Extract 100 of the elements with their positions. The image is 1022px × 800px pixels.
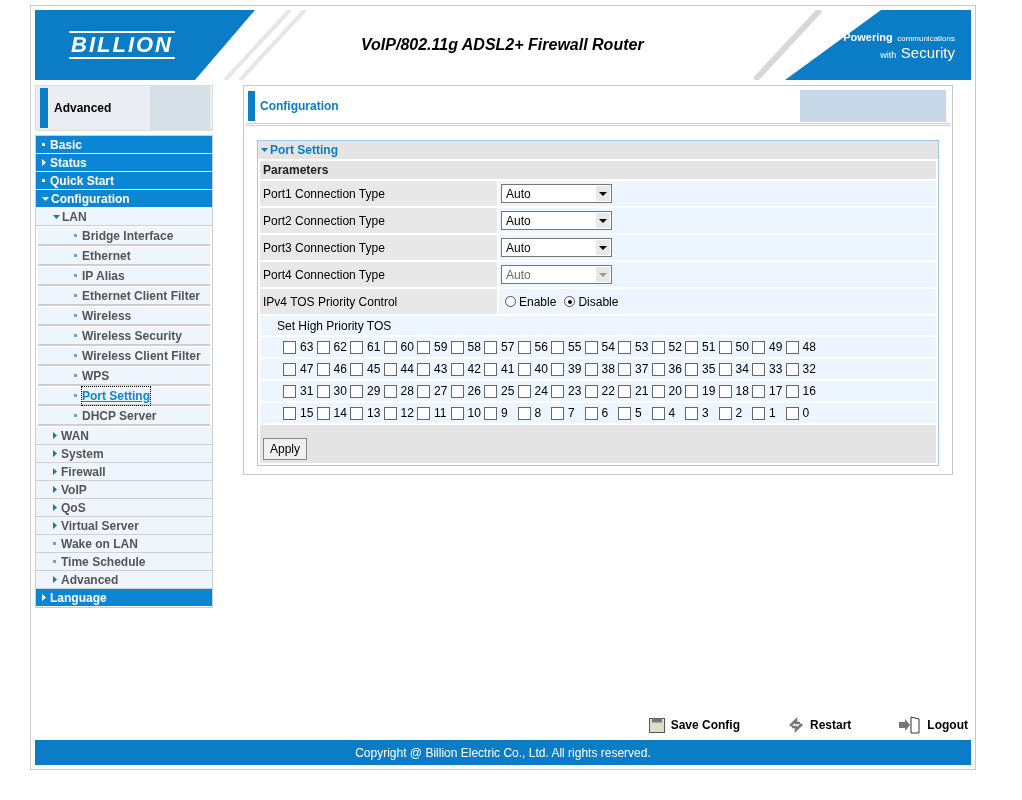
checkbox[interactable] — [685, 406, 698, 420]
tos-checkbox[interactable]: 30 — [316, 382, 350, 400]
tos-checkbox[interactable]: 13 — [350, 404, 384, 422]
menu-item[interactable]: Wake on LAN — [36, 535, 212, 553]
menu-item[interactable]: Quick Start — [36, 172, 212, 190]
menu-item[interactable]: System — [36, 445, 212, 463]
checkbox[interactable] — [685, 362, 698, 376]
checkbox[interactable] — [618, 340, 631, 354]
checkbox[interactable] — [450, 384, 464, 398]
tos-checkbox[interactable]: 55 — [551, 338, 585, 356]
tos-checkbox[interactable]: 61 — [350, 338, 384, 356]
radio-option[interactable]: Disable — [564, 292, 619, 311]
checkbox[interactable] — [517, 406, 531, 420]
menu-item[interactable]: Virtual Server — [36, 517, 212, 535]
menu-item[interactable]: Configuration — [36, 190, 212, 208]
checkbox[interactable] — [484, 362, 497, 376]
tos-checkbox[interactable]: 37 — [618, 360, 652, 378]
tos-checkbox[interactable]: 46 — [316, 360, 350, 378]
checkbox[interactable] — [752, 384, 765, 398]
tos-checkbox[interactable]: 0 — [785, 404, 819, 422]
checkbox[interactable] — [417, 384, 430, 398]
connection-type-select[interactable]: Auto — [501, 184, 612, 203]
menu-item[interactable]: VoIP — [36, 481, 212, 499]
tos-checkbox[interactable]: 59 — [417, 338, 451, 356]
tos-checkbox[interactable]: 35 — [685, 360, 719, 378]
radio-option[interactable]: Enable — [505, 292, 557, 311]
tos-checkbox[interactable]: 12 — [383, 404, 417, 422]
tos-checkbox[interactable]: 29 — [350, 382, 384, 400]
tos-checkbox[interactable]: 53 — [618, 338, 652, 356]
checkbox[interactable] — [718, 406, 732, 420]
checkbox[interactable] — [350, 384, 363, 398]
checkbox[interactable] — [718, 362, 732, 376]
checkbox[interactable] — [417, 406, 430, 420]
tos-checkbox[interactable]: 1 — [752, 404, 786, 422]
checkbox[interactable] — [450, 362, 464, 376]
tos-checkbox[interactable]: 27 — [417, 382, 451, 400]
tos-checkbox[interactable]: 41 — [484, 360, 518, 378]
tos-checkbox[interactable]: 15 — [283, 404, 317, 422]
tos-checkbox[interactable]: 5 — [618, 404, 652, 422]
checkbox[interactable] — [752, 362, 765, 376]
tos-checkbox[interactable]: 26 — [450, 382, 484, 400]
tos-checkbox[interactable]: 3 — [685, 404, 719, 422]
tos-checkbox[interactable]: 44 — [383, 360, 417, 378]
checkbox[interactable] — [383, 362, 397, 376]
checkbox[interactable] — [383, 406, 397, 420]
checkbox[interactable] — [685, 340, 698, 354]
checkbox[interactable] — [651, 340, 665, 354]
menu-item[interactable]: Firewall — [36, 463, 212, 481]
tos-checkbox[interactable]: 4 — [651, 404, 685, 422]
radio-button[interactable] — [564, 296, 576, 307]
tos-checkbox[interactable]: 7 — [551, 404, 585, 422]
checkbox[interactable] — [450, 340, 464, 354]
checkbox[interactable] — [484, 340, 497, 354]
menu-item[interactable]: Status — [36, 154, 212, 172]
tos-checkbox[interactable]: 6 — [584, 404, 618, 422]
tos-checkbox[interactable]: 50 — [718, 338, 752, 356]
checkbox[interactable] — [517, 384, 531, 398]
tos-checkbox[interactable]: 43 — [417, 360, 451, 378]
tos-checkbox[interactable]: 38 — [584, 360, 618, 378]
checkbox[interactable] — [484, 406, 497, 420]
tos-checkbox[interactable]: 20 — [651, 382, 685, 400]
tos-checkbox[interactable]: 10 — [450, 404, 484, 422]
tos-checkbox[interactable]: 40 — [517, 360, 551, 378]
checkbox[interactable] — [551, 406, 564, 420]
checkbox[interactable] — [283, 362, 296, 376]
tos-checkbox[interactable]: 21 — [618, 382, 652, 400]
checkbox[interactable] — [651, 406, 665, 420]
checkbox[interactable] — [785, 406, 799, 420]
menu-item[interactable]: QoS — [36, 499, 212, 517]
tos-checkbox[interactable]: 14 — [316, 404, 350, 422]
checkbox[interactable] — [718, 384, 732, 398]
menu-item[interactable]: WPS — [38, 367, 210, 386]
checkbox[interactable] — [484, 384, 497, 398]
action-link[interactable]: Save Config — [648, 716, 740, 734]
tos-checkbox[interactable]: 18 — [718, 382, 752, 400]
checkbox[interactable] — [584, 406, 598, 420]
tos-checkbox[interactable]: 52 — [651, 338, 685, 356]
tos-checkbox[interactable]: 62 — [316, 338, 350, 356]
checkbox[interactable] — [785, 362, 799, 376]
checkbox[interactable] — [584, 340, 598, 354]
checkbox[interactable] — [283, 406, 296, 420]
checkbox[interactable] — [651, 384, 665, 398]
checkbox[interactable] — [383, 384, 397, 398]
menu-item[interactable]: Wireless Client Filter — [38, 347, 210, 366]
checkbox[interactable] — [383, 340, 397, 354]
checkbox[interactable] — [618, 362, 631, 376]
tos-checkbox[interactable]: 42 — [450, 360, 484, 378]
tos-checkbox[interactable]: 11 — [417, 404, 451, 422]
menu-item[interactable]: DHCP Server — [38, 407, 210, 426]
checkbox[interactable] — [584, 384, 598, 398]
menu-item[interactable]: Wireless Security — [38, 327, 210, 346]
radio-button[interactable] — [505, 296, 516, 307]
tos-checkbox[interactable]: 34 — [718, 360, 752, 378]
checkbox[interactable] — [651, 362, 665, 376]
tos-checkbox[interactable]: 17 — [752, 382, 786, 400]
tos-checkbox[interactable]: 19 — [685, 382, 719, 400]
tos-checkbox[interactable]: 32 — [785, 360, 819, 378]
checkbox[interactable] — [316, 362, 330, 376]
tos-checkbox[interactable]: 8 — [517, 404, 551, 422]
checkbox[interactable] — [551, 384, 564, 398]
